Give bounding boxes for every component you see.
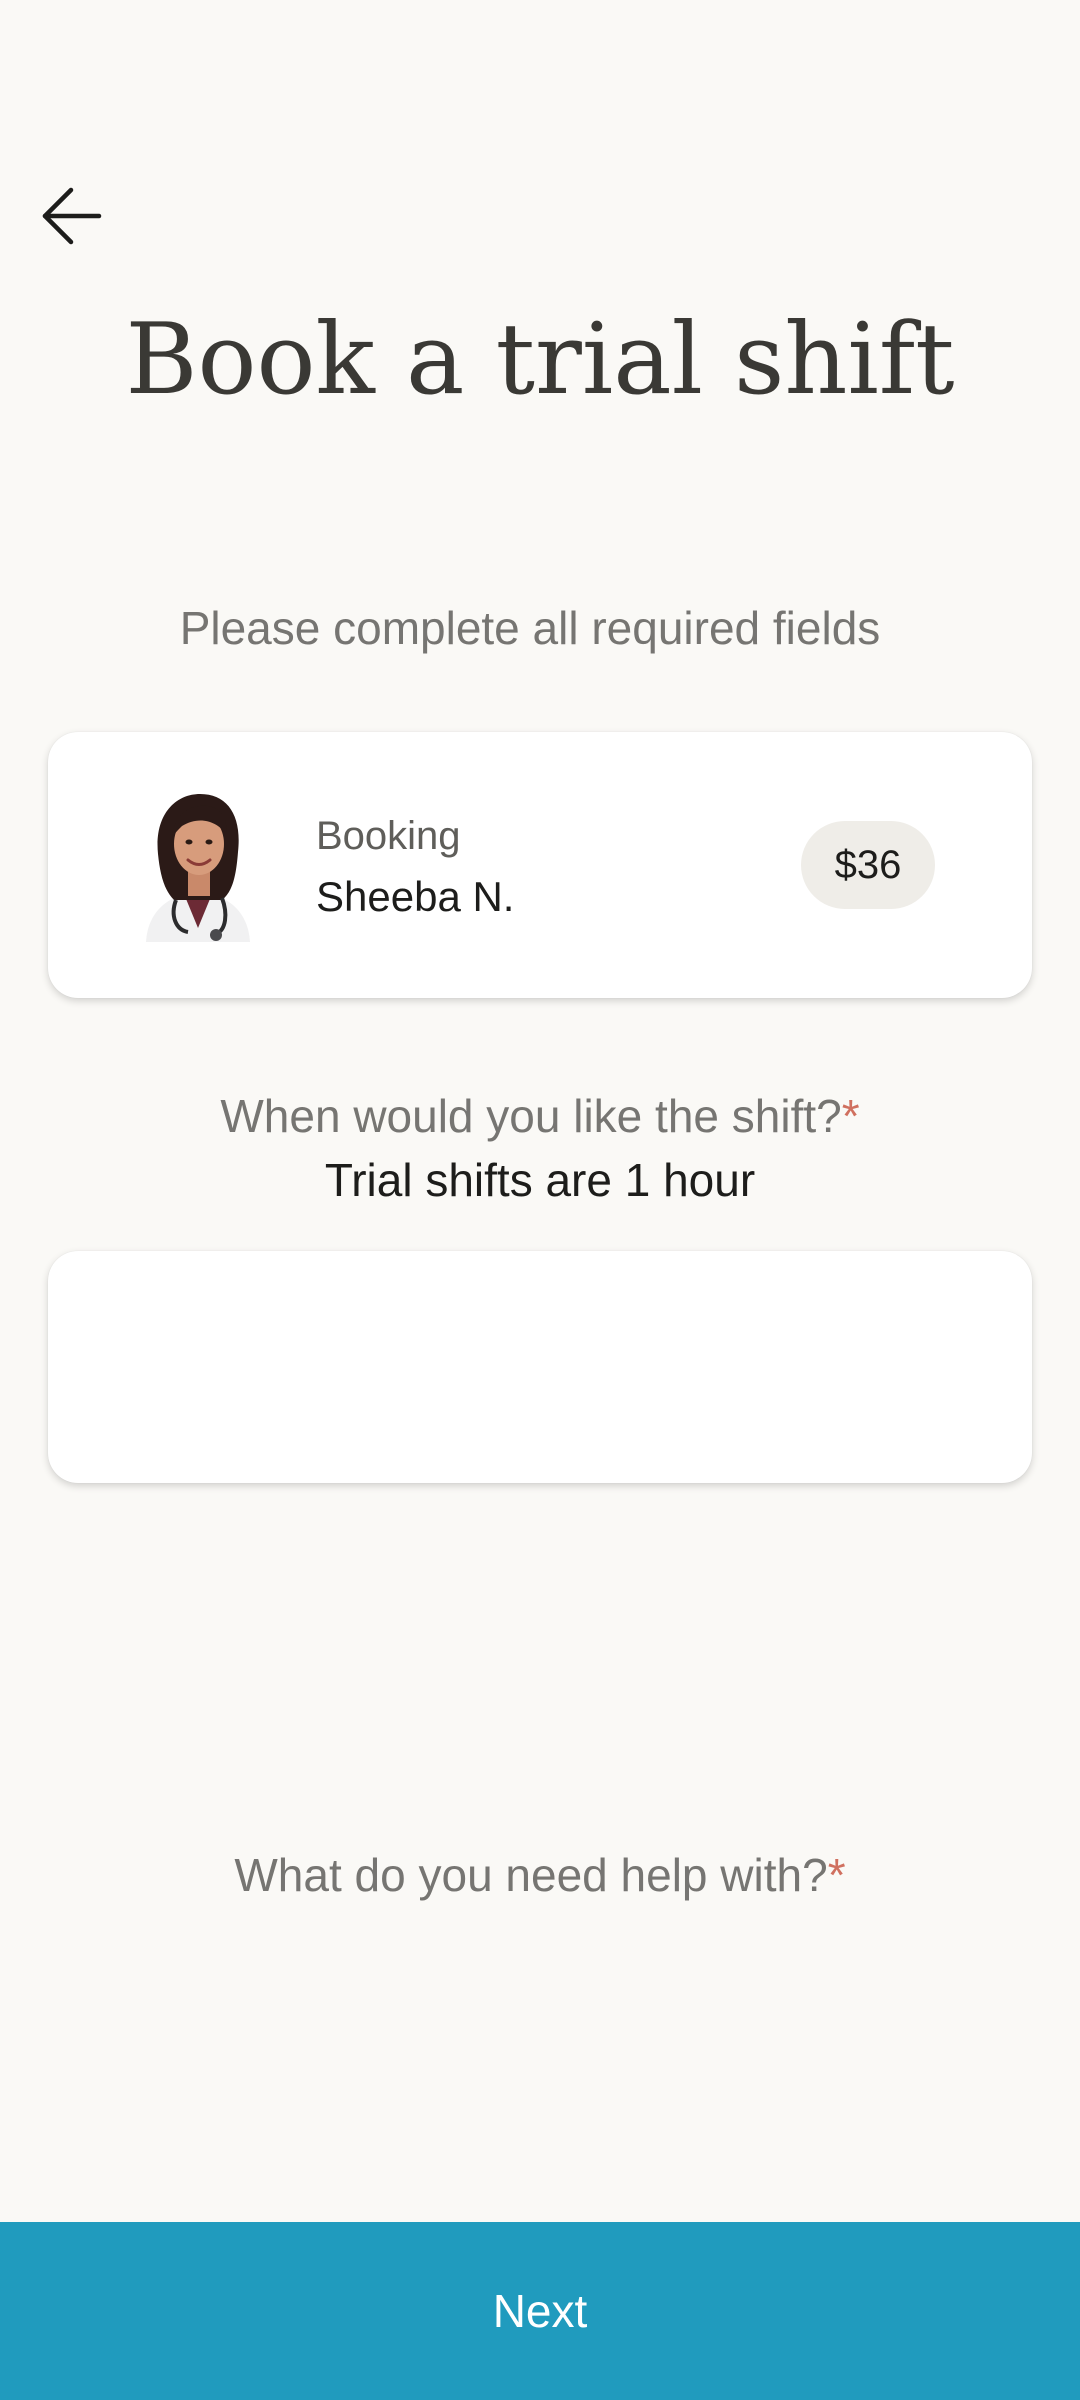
required-asterisk: * — [841, 1090, 860, 1142]
help-question-label: What do you need help with? — [234, 1849, 828, 1901]
caregiver-avatar — [118, 782, 278, 942]
page-title: Book a trial shift — [125, 303, 955, 417]
caregiver-name: Sheeba N. — [316, 873, 515, 920]
booking-label: Booking — [316, 814, 461, 858]
shift-time-picker[interactable] — [48, 1251, 1032, 1483]
booking-card: Booking Sheeba N. $36 — [48, 732, 1032, 998]
next-button[interactable]: Next — [0, 2222, 1080, 2400]
trial-duration-note: Trial shifts are 1 hour — [324, 1154, 756, 1206]
help-question: What do you need help with?* — [0, 1845, 1080, 1905]
price-badge: $36 — [801, 821, 935, 909]
arrow-left-icon — [42, 187, 102, 245]
required-fields-instruction: Please complete all required fields — [179, 602, 881, 654]
shift-time-question: When would you like the shift?* — [0, 1086, 1080, 1146]
shift-time-question-label: When would you like the shift? — [220, 1090, 842, 1142]
back-button[interactable] — [30, 175, 112, 257]
required-asterisk: * — [827, 1849, 846, 1901]
